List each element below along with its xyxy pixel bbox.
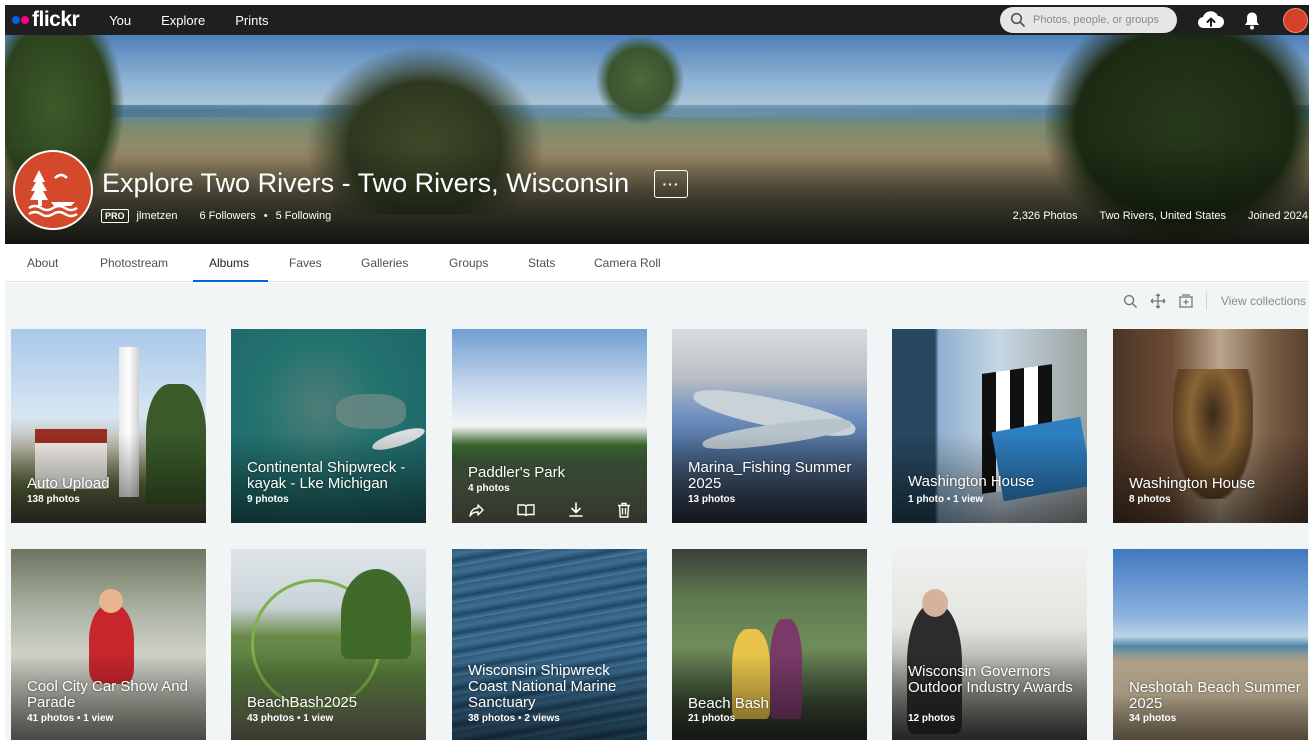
album-title[interactable]: Marina_Fishing Summer 2025: [688, 460, 863, 492]
user-avatar[interactable]: [1283, 8, 1308, 33]
profile-title: Explore Two Rivers - Two Rivers, Wiscons…: [102, 168, 630, 198]
upload-cloud-icon[interactable]: [1197, 10, 1225, 30]
album-title[interactable]: Continental Shipwreck - kayak - Lke Mich…: [247, 460, 422, 492]
nav-explore[interactable]: Explore: [161, 13, 205, 28]
album-meta: 1 photo • 1 view: [908, 494, 984, 505]
create-album-button[interactable]: [1178, 293, 1194, 309]
profile-username[interactable]: jlmetzen: [137, 210, 178, 222]
view-collections-link[interactable]: View collections: [1221, 294, 1306, 308]
photo-count: 2,326 Photos: [1012, 210, 1078, 222]
active-tab-indicator: [193, 280, 268, 282]
profile-stats: 2,326 Photos Two Rivers, United States J…: [991, 210, 1308, 222]
meta-separator: •: [263, 210, 268, 222]
album-title[interactable]: Washington House: [908, 474, 1083, 490]
album-card[interactable]: Washington House 1 photo • 1 view: [892, 329, 1087, 523]
album-meta: 4 photos: [468, 483, 510, 494]
album-title[interactable]: BeachBash2025: [247, 695, 422, 711]
tab-albums[interactable]: Albums: [209, 256, 249, 270]
logo-blue-dot: [12, 16, 20, 24]
album-title[interactable]: Neshotah Beach Summer 2025: [1129, 680, 1304, 712]
top-nav: flickr You Explore Prints: [5, 5, 1309, 35]
move-arrows-icon: [1150, 293, 1166, 309]
joined-date: Joined 2024: [1248, 210, 1308, 222]
profile-more-button[interactable]: ···: [654, 170, 688, 198]
search-icon: [1010, 12, 1025, 27]
download-icon[interactable]: [568, 502, 584, 518]
album-card[interactable]: Continental Shipwreck - kayak - Lke Mich…: [231, 329, 426, 523]
share-icon[interactable]: [468, 502, 485, 518]
album-card[interactable]: Washington House 8 photos: [1113, 329, 1308, 523]
tab-camera-roll[interactable]: Camera Roll: [594, 256, 661, 270]
followers-link[interactable]: 6 Followers: [199, 210, 255, 222]
albums-toolbar: View collections: [1111, 291, 1306, 311]
album-title[interactable]: Beach Bash: [688, 696, 863, 712]
album-card[interactable]: Wisconsin Governors Outdoor Industry Awa…: [892, 549, 1087, 740]
add-album-icon: [1179, 294, 1193, 308]
album-card[interactable]: Auto Upload 138 photos: [11, 329, 206, 523]
profile-meta: PRO jlmetzen 6 Followers • 5 Following: [101, 209, 331, 223]
cover-photo: Explore Two Rivers - Two Rivers, Wiscons…: [5, 35, 1309, 244]
album-card[interactable]: Cool City Car Show And Parade 41 photos …: [11, 549, 206, 740]
album-meta: 34 photos: [1129, 713, 1177, 724]
album-meta: 38 photos • 2 views: [468, 713, 560, 724]
pro-badge: PRO: [101, 209, 129, 223]
album-card[interactable]: BeachBash2025 43 photos • 1 view: [231, 549, 426, 740]
open-book-icon[interactable]: [517, 502, 535, 518]
tab-photostream[interactable]: Photostream: [100, 256, 168, 270]
album-card[interactable]: Marina_Fishing Summer 2025 13 photos: [672, 329, 867, 523]
album-meta: 12 photos: [908, 713, 956, 724]
album-meta: 138 photos: [27, 494, 80, 505]
album-meta: 8 photos: [1129, 494, 1171, 505]
profile-logo-icon: [28, 170, 78, 218]
tab-about[interactable]: About: [27, 256, 58, 270]
album-card[interactable]: Paddler's Park 4 photos: [452, 329, 647, 523]
tab-groups[interactable]: Groups: [449, 256, 488, 270]
album-title[interactable]: Auto Upload: [27, 476, 202, 492]
album-meta: 41 photos • 1 view: [27, 713, 114, 724]
search-albums-button[interactable]: [1123, 294, 1138, 309]
search-box[interactable]: [1000, 7, 1177, 33]
notifications-bell-icon[interactable]: [1243, 11, 1261, 30]
album-actions: [452, 497, 647, 523]
profile-tabs: About Photostream Albums Faves Galleries…: [5, 244, 1309, 282]
album-title[interactable]: Paddler's Park: [468, 465, 643, 481]
tab-faves[interactable]: Faves: [289, 256, 322, 270]
album-title[interactable]: Washington House: [1129, 476, 1304, 492]
tab-stats[interactable]: Stats: [528, 256, 555, 270]
nav-you[interactable]: You: [109, 13, 131, 28]
arrange-albums-button[interactable]: [1150, 293, 1166, 309]
album-meta: 9 photos: [247, 494, 289, 505]
album-meta: 21 photos: [688, 713, 736, 724]
profile-avatar[interactable]: [13, 150, 93, 230]
tab-galleries[interactable]: Galleries: [361, 256, 408, 270]
album-card[interactable]: Beach Bash 21 photos: [672, 549, 867, 740]
album-title[interactable]: Wisconsin Governors Outdoor Industry Awa…: [908, 664, 1083, 696]
album-title[interactable]: Cool City Car Show And Parade: [27, 679, 202, 711]
logo-pink-dot: [21, 16, 29, 24]
album-title[interactable]: Wisconsin Shipwreck Coast National Marin…: [468, 663, 643, 711]
album-meta: 13 photos: [688, 494, 736, 505]
toolbar-divider: [1205, 292, 1207, 310]
search-icon: [1123, 294, 1137, 308]
search-input[interactable]: [1033, 14, 1173, 26]
album-card[interactable]: Neshotah Beach Summer 2025 34 photos: [1113, 549, 1308, 740]
logo-wordmark: flickr: [32, 8, 80, 31]
flickr-logo[interactable]: flickr: [12, 8, 80, 32]
album-meta: 43 photos • 1 view: [247, 713, 334, 724]
nav-prints[interactable]: Prints: [235, 13, 268, 28]
cover-pine: [595, 35, 685, 125]
profile-location: Two Rivers, United States: [1099, 210, 1227, 222]
following-link[interactable]: 5 Following: [276, 210, 332, 222]
album-card[interactable]: Wisconsin Shipwreck Coast National Marin…: [452, 549, 647, 740]
trash-icon[interactable]: [617, 502, 631, 518]
